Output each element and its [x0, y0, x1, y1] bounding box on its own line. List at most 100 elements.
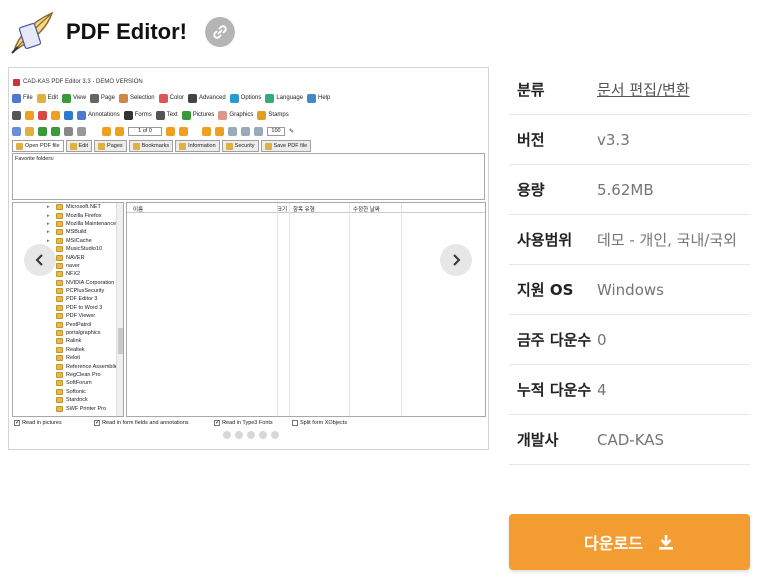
folder-item[interactable]: Reloit: [13, 354, 123, 362]
folder-item[interactable]: PDF to Word 3: [13, 304, 123, 312]
menu-item[interactable]: Language: [265, 93, 303, 103]
menu-item[interactable]: Help: [307, 93, 330, 103]
option-checkbox[interactable]: Read in pictures: [14, 419, 62, 426]
tool-button[interactable]: Pictures: [181, 110, 214, 120]
carousel-dot[interactable]: [223, 431, 231, 439]
tree-scrollbar[interactable]: [116, 203, 123, 416]
tab-item[interactable]: Open PDF file: [12, 140, 64, 152]
folder-item[interactable]: ▸ MSBuild: [13, 228, 123, 236]
navigation-toolbar: 1 of 0 100 ✎: [12, 124, 485, 138]
carousel-dot[interactable]: [235, 431, 243, 439]
folder-item[interactable]: Ralink: [13, 337, 123, 345]
folder-item[interactable]: Stardock: [13, 396, 123, 404]
tool-button[interactable]: Graphics: [218, 110, 253, 120]
tool-button-icon: [123, 110, 133, 120]
carousel-prev-button[interactable]: [24, 244, 56, 276]
tab-item[interactable]: Information: [175, 140, 220, 152]
column-header[interactable]: 크기: [277, 205, 287, 213]
folder-item[interactable]: Realtek: [13, 346, 123, 354]
folder-item[interactable]: Reference Assemblies: [13, 362, 123, 370]
folder-item[interactable]: ▸ Mozilla Maintenance S: [13, 220, 123, 228]
folder-label: NFX2: [66, 271, 81, 278]
folder-item[interactable]: PCPlusSecurity: [13, 287, 123, 295]
column-header[interactable]: 수정한 날짜: [353, 205, 380, 213]
folder-item[interactable]: SoftForum: [13, 379, 123, 387]
download-button[interactable]: 다운로드: [509, 514, 750, 570]
folder-tree: ▸ Microsoft.NET ▸ Mozilla Firefox ▸ Mozilla M…: [12, 202, 124, 417]
checkbox-label: Split form XObjects: [300, 420, 348, 426]
app-header: PDF Editor!: [8, 6, 235, 58]
checkbox-box[interactable]: [214, 419, 220, 426]
folder-icon: [56, 288, 63, 295]
folder-item[interactable]: PestPatrol: [13, 320, 123, 328]
info-row: 금주 다운수 0: [509, 315, 750, 365]
page-number-field[interactable]: 1 of 0: [128, 126, 162, 136]
tool-icon[interactable]: [25, 110, 34, 120]
folder-item[interactable]: ▸ Mozilla Firefox: [13, 211, 123, 219]
carousel-dot[interactable]: [271, 431, 279, 439]
checkbox-box[interactable]: [292, 420, 298, 426]
menu-item-icon: [12, 93, 21, 103]
folder-label: MSBuild: [66, 229, 87, 236]
folder-item[interactable]: portalgraphics: [13, 329, 123, 337]
checkbox-box[interactable]: [94, 419, 100, 426]
expand-arrow-icon[interactable]: ▸: [47, 238, 53, 244]
folder-item[interactable]: SWF Printer Pro: [13, 404, 123, 412]
menu-item[interactable]: Selection: [118, 93, 155, 103]
menu-item-icon: [229, 93, 239, 103]
folder-item[interactable]: RegClean Pro: [13, 371, 123, 379]
tool-button[interactable]: Stamps: [257, 110, 289, 120]
column-header[interactable]: 항목 유형: [293, 205, 315, 213]
tab-item[interactable]: Security: [221, 140, 259, 152]
menu-item[interactable]: Edit: [36, 93, 58, 103]
menu-item[interactable]: View: [62, 93, 86, 103]
column-header[interactable]: 이름: [133, 205, 143, 213]
tab-item[interactable]: Pages: [94, 140, 127, 152]
tab-icon: [16, 142, 23, 150]
tool-icon[interactable]: [38, 110, 47, 120]
tab-item[interactable]: Bookmarks: [128, 140, 174, 152]
tool-button[interactable]: Forms: [123, 110, 152, 120]
tool-icon[interactable]: [51, 110, 60, 120]
menu-item[interactable]: File: [12, 93, 33, 103]
folder-icon: [56, 321, 63, 328]
expand-arrow-icon[interactable]: ▸: [47, 221, 53, 227]
folder-item[interactable]: Softonic: [13, 388, 123, 396]
option-checkbox[interactable]: Read in form fields and annotations: [94, 419, 189, 426]
tool-button-icon: [257, 110, 267, 120]
folder-item[interactable]: ▸ MSICache: [13, 237, 123, 245]
carousel-dot[interactable]: [247, 431, 255, 439]
expand-arrow-icon[interactable]: ▸: [47, 229, 53, 235]
menu-item-icon: [187, 93, 197, 103]
folder-item[interactable]: PDF Editor 3: [13, 295, 123, 303]
tab-icon: [132, 142, 140, 150]
option-checkbox[interactable]: Read in Type3 Fonts: [214, 419, 273, 426]
carousel-next-button[interactable]: [440, 244, 472, 276]
menu-item-icon: [36, 93, 46, 103]
carousel-dot[interactable]: [259, 431, 267, 439]
folder-item[interactable]: NVIDIA Corporation: [13, 279, 123, 287]
folder-item[interactable]: ▸ Microsoft.NET: [13, 203, 123, 211]
menu-item[interactable]: Options: [229, 93, 261, 103]
copy-link-button[interactable]: [205, 17, 235, 47]
folder-item[interactable]: PDF Viewer: [13, 312, 123, 320]
menu-item[interactable]: Advanced: [187, 93, 226, 103]
tool-button-label: Forms: [134, 112, 152, 118]
expand-arrow-icon[interactable]: ▸: [47, 204, 53, 210]
checkbox-box[interactable]: [14, 419, 20, 426]
menu-item[interactable]: Color: [158, 93, 184, 103]
folder-icon: [56, 246, 63, 253]
expand-arrow-icon[interactable]: ▸: [47, 213, 53, 219]
folder-icon: [56, 363, 63, 370]
zoom-field[interactable]: 100: [267, 126, 285, 136]
tool-icon[interactable]: [12, 110, 21, 120]
tool-button[interactable]: Text: [155, 110, 178, 120]
info-value[interactable]: 문서 편집/변환: [597, 78, 750, 102]
option-checkbox[interactable]: Split form XObjects: [292, 420, 347, 426]
folder-icon: [56, 279, 63, 286]
tab-item[interactable]: Save PDF file: [260, 140, 312, 152]
tab-item[interactable]: Edit: [65, 140, 93, 152]
tool-button[interactable]: Annotations: [77, 110, 120, 120]
menu-item[interactable]: Page: [89, 93, 115, 103]
tool-icon[interactable]: [64, 110, 73, 120]
